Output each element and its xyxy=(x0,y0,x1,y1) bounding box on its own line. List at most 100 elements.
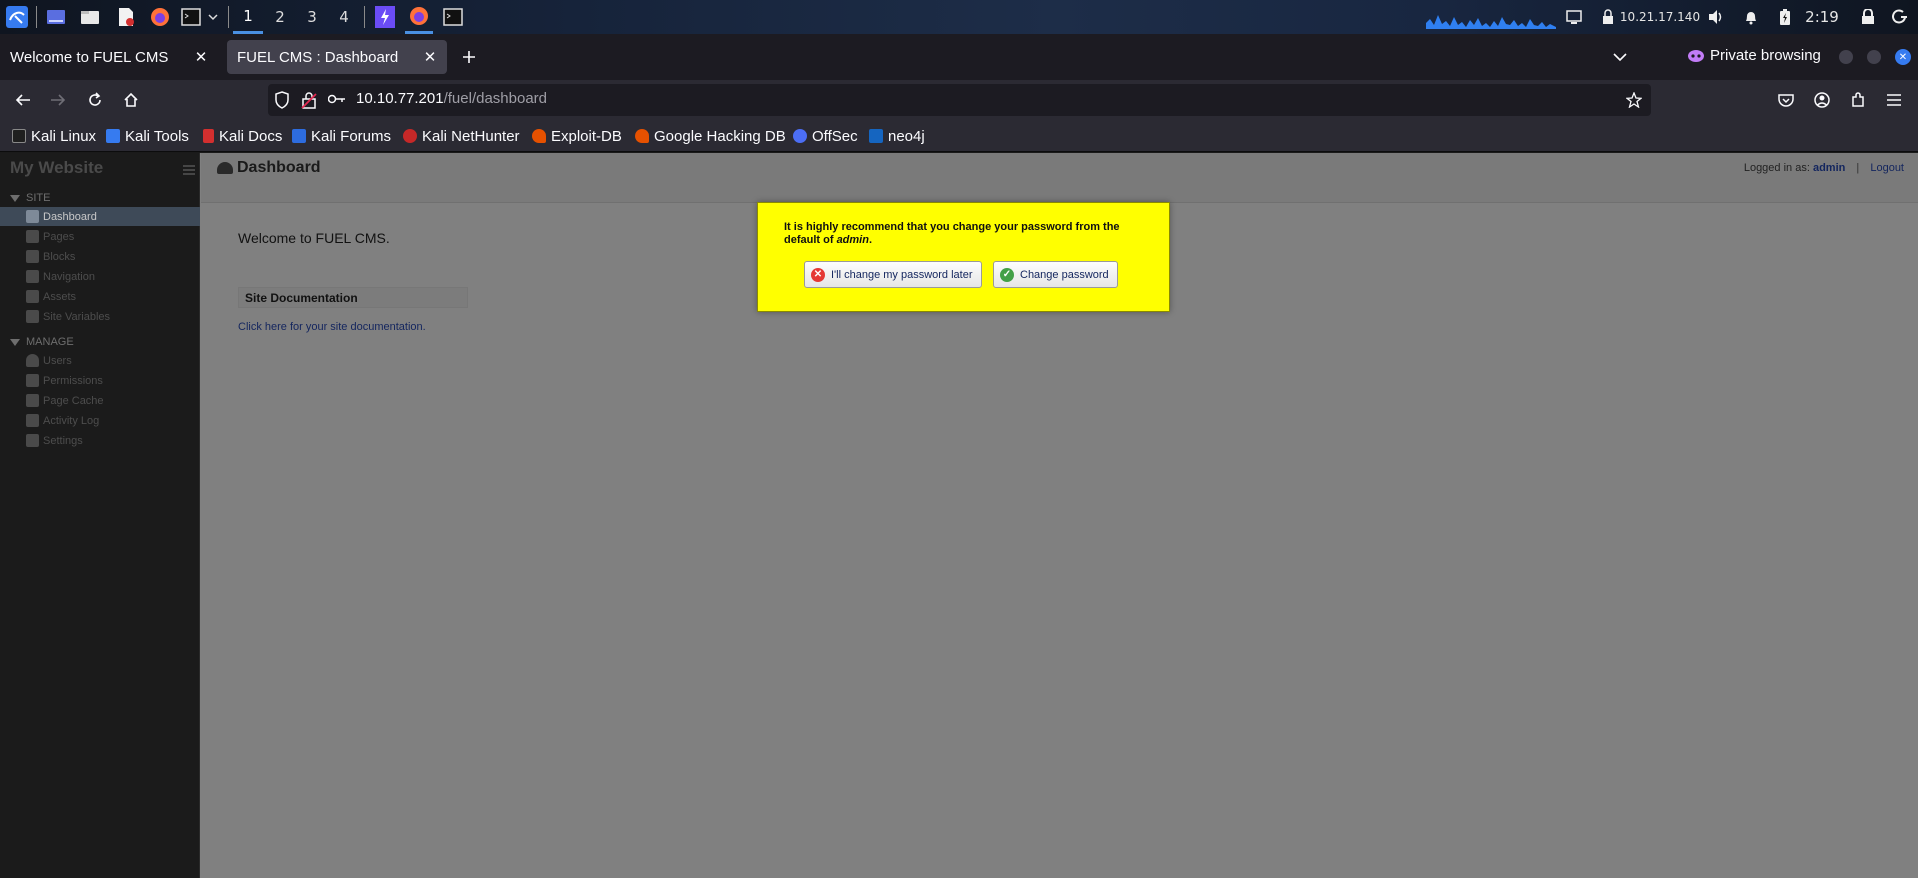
insecure-lock-icon[interactable] xyxy=(301,91,317,109)
nav-assets[interactable]: Assets xyxy=(0,287,200,306)
clock[interactable]: 2:19 xyxy=(1802,0,1842,34)
blocks-icon xyxy=(26,250,39,263)
firefox-icon[interactable] xyxy=(148,0,172,34)
logged-in-user-link[interactable]: admin xyxy=(1813,162,1845,174)
nav-pages[interactable]: Pages xyxy=(0,227,200,246)
menu-toggle-icon[interactable] xyxy=(183,165,195,175)
section-title: MANAGE xyxy=(26,336,74,348)
bookmark-kali-linux[interactable]: Kali Linux xyxy=(12,124,96,148)
network-graph xyxy=(1426,0,1556,34)
bookmark-kali-docs[interactable]: Kali Docs xyxy=(203,124,282,148)
workspace-1[interactable]: 1 xyxy=(233,0,263,34)
close-window-button[interactable]: ✕ xyxy=(1895,49,1911,65)
key-permissions-icon xyxy=(26,374,39,387)
nav-users[interactable]: Users xyxy=(0,351,200,370)
kali-dragon-icon xyxy=(12,129,26,143)
users-icon xyxy=(26,354,39,367)
minimize-window-button[interactable] xyxy=(1839,50,1853,64)
workspace-4[interactable]: 4 xyxy=(329,0,359,34)
system-taskbar: 1 2 3 4 10.21.17.140 2:19 xyxy=(0,0,1918,34)
nav-activity-log[interactable]: Activity Log xyxy=(0,411,200,430)
page-title: Dashboard xyxy=(217,159,321,177)
new-tab-button[interactable] xyxy=(455,43,483,71)
nav-permissions[interactable]: Permissions xyxy=(0,371,200,390)
bookmark-star-icon[interactable] xyxy=(1626,92,1642,108)
bookmark-label: Kali NetHunter xyxy=(422,127,520,145)
key-icon[interactable] xyxy=(328,93,346,105)
nav-label: Page Cache xyxy=(43,394,104,407)
welcome-text: Welcome to FUEL CMS. xyxy=(238,230,390,246)
nav-site-variables[interactable]: Site Variables xyxy=(0,307,200,326)
site-variables-icon xyxy=(26,310,39,323)
hamburger-menu-icon[interactable] xyxy=(1880,86,1908,114)
list-all-tabs-chevron-icon[interactable] xyxy=(1606,43,1634,71)
bookmark-label: Google Hacking DB xyxy=(654,127,786,145)
tracking-protection-shield-icon[interactable] xyxy=(274,91,290,109)
bookmark-label: neo4j xyxy=(888,127,925,145)
tab-title: FUEL CMS : Dashboard xyxy=(237,48,399,66)
bookmark-kali-forums[interactable]: Kali Forums xyxy=(292,124,391,148)
bookmark-label: Kali Tools xyxy=(125,127,189,145)
desktop-icon[interactable] xyxy=(44,0,68,34)
notification-bell-icon[interactable] xyxy=(1740,0,1762,34)
logout-power-icon[interactable] xyxy=(1889,0,1911,34)
site-documentation-title: Site Documentation xyxy=(245,291,358,305)
terminal-window-icon[interactable] xyxy=(441,0,465,34)
close-tab-icon[interactable]: ✕ xyxy=(192,48,210,66)
nav-label: Site Variables xyxy=(43,310,111,323)
bookmark-kali-nethunter[interactable]: Kali NetHunter xyxy=(403,124,520,148)
kali-menu-icon[interactable] xyxy=(4,0,30,34)
workspace-3[interactable]: 3 xyxy=(297,0,327,34)
terminal-icon[interactable] xyxy=(180,0,202,34)
account-icon[interactable] xyxy=(1808,86,1836,114)
firefox-window-icon[interactable] xyxy=(405,0,433,34)
cancel-x-icon: ✕ xyxy=(811,267,825,282)
change-password-button[interactable]: ✓ Change password xyxy=(993,261,1118,288)
nav-settings[interactable]: Settings xyxy=(0,431,200,450)
change-password-later-button[interactable]: ✕ I'll change my password later xyxy=(804,261,982,288)
neo4j-icon xyxy=(869,129,883,143)
bookmark-neo4j[interactable]: neo4j xyxy=(869,124,925,148)
dashboard-icon xyxy=(26,210,39,223)
settings-icon xyxy=(26,434,39,447)
site-name[interactable]: My Website xyxy=(10,158,103,178)
collapse-triangle-icon xyxy=(10,338,20,346)
bookmark-kali-tools[interactable]: Kali Tools xyxy=(106,124,189,148)
display-icon[interactable] xyxy=(1563,0,1585,34)
back-button[interactable] xyxy=(9,86,37,114)
close-tab-icon[interactable]: ✕ xyxy=(421,48,439,66)
url-bar[interactable]: 10.10.77.201/fuel/dashboard xyxy=(268,84,1651,116)
url-text[interactable]: 10.10.77.201/fuel/dashboard xyxy=(356,90,547,107)
logout-link[interactable]: Logout xyxy=(1870,162,1904,174)
burp-app-icon[interactable] xyxy=(373,0,397,34)
chevron-down-icon[interactable] xyxy=(206,0,220,34)
battery-icon[interactable] xyxy=(1775,0,1795,34)
text-editor-icon[interactable] xyxy=(114,0,138,34)
nav-page-cache[interactable]: Page Cache xyxy=(0,391,200,410)
section-site-header[interactable]: SITE xyxy=(10,192,50,204)
bookmark-google-hacking-db[interactable]: Google Hacking DB xyxy=(635,124,786,148)
site-documentation-link[interactable]: Click here for your site documentation. xyxy=(238,321,426,333)
reload-button[interactable] xyxy=(81,86,109,114)
home-button[interactable] xyxy=(117,86,145,114)
section-manage-header[interactable]: MANAGE xyxy=(10,336,74,348)
workspace-2[interactable]: 2 xyxy=(265,0,295,34)
maximize-window-button[interactable] xyxy=(1867,50,1881,64)
extensions-icon[interactable] xyxy=(1844,86,1872,114)
forward-button[interactable] xyxy=(44,86,72,114)
vpn-lock-icon[interactable] xyxy=(1597,0,1619,34)
tab-dashboard[interactable]: FUEL CMS : Dashboard ✕ xyxy=(227,40,447,74)
nav-navigation[interactable]: Navigation xyxy=(0,267,200,286)
nav-blocks[interactable]: Blocks xyxy=(0,247,200,266)
bookmark-offsec[interactable]: OffSec xyxy=(793,124,858,148)
dashboard-gauge-icon xyxy=(217,162,233,174)
tab-welcome[interactable]: Welcome to FUEL CMS ✕ xyxy=(0,40,218,74)
bookmark-exploit-db[interactable]: Exploit-DB xyxy=(532,124,622,148)
offsec-icon xyxy=(793,129,807,143)
file-manager-icon[interactable] xyxy=(78,0,102,34)
volume-icon[interactable] xyxy=(1705,0,1727,34)
pocket-icon[interactable] xyxy=(1772,86,1800,114)
nav-dashboard[interactable]: Dashboard xyxy=(0,207,200,226)
login-info: Logged in as: admin | Logout xyxy=(1744,162,1904,174)
lock-screen-icon[interactable] xyxy=(1857,0,1879,34)
